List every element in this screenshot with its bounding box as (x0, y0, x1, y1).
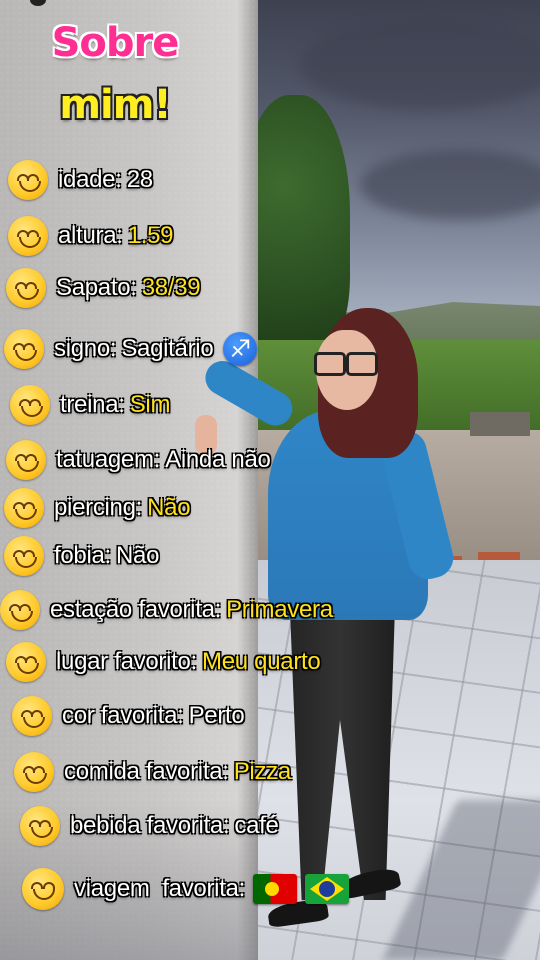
list-item-treina: treina: Sim (10, 385, 170, 425)
item-label: viagem favorita: (74, 875, 245, 902)
item-value: Perto (188, 702, 245, 729)
list-item-estacao-favorita: estação favorita: Primavera (0, 590, 333, 630)
list-item-lugar-favorito: lugar favorito: Meu quarto (6, 642, 321, 682)
item-label: cor favorita: (62, 702, 184, 729)
item-value: Não (116, 542, 160, 569)
list-item-idade: idade: 28 (8, 160, 153, 200)
list-item-fobia: fobia: Não (4, 536, 159, 576)
item-label: piercing: (54, 494, 143, 521)
item-value: 28 (126, 166, 153, 193)
item-label: idade: (58, 166, 122, 193)
item-value: Não (147, 494, 191, 521)
item-label: bebida favorita: (70, 812, 230, 839)
item-value: Sagitário (121, 335, 214, 362)
item-label: comida favorita: (64, 758, 229, 785)
item-value: Pizza (233, 758, 292, 785)
list-item-comida-favorita: comida favorita: Pizza (14, 752, 291, 792)
smiling-face-icon (4, 536, 44, 576)
item-label: estação favorita: (50, 596, 221, 623)
smiling-face-icon (6, 440, 46, 480)
title-sobre: Sobre (51, 20, 180, 66)
smiling-face-icon (4, 488, 44, 528)
list-item-piercing: piercing: Não (4, 488, 191, 528)
item-label: tatuagem: (56, 446, 161, 473)
smiling-face-icon (6, 268, 46, 308)
smiling-face-icon (4, 329, 44, 369)
item-label: lugar favorito: (56, 648, 197, 675)
list-item-bebida-favorita: bebida favorita: café (20, 806, 279, 846)
item-label: fobia: (54, 542, 111, 569)
portugal-flag-icon (252, 874, 297, 904)
item-value: 38/39 (141, 274, 201, 301)
item-label: Sapato: (56, 274, 137, 301)
item-value: Ainda não (165, 446, 271, 473)
list-item-tatuagem: tatuagem: Ainda não (6, 440, 271, 480)
item-label: altura: (58, 222, 123, 249)
item-value: café (234, 812, 279, 839)
smiling-face-icon (8, 160, 48, 200)
smiling-face-icon (20, 806, 60, 846)
list-item-altura: altura: 1.59 (8, 216, 174, 256)
item-value: 1.59 (127, 222, 174, 249)
smiling-face-icon (8, 216, 48, 256)
smiling-face-icon (14, 752, 54, 792)
item-value: Primavera (226, 596, 333, 623)
item-value: Sim (129, 391, 171, 418)
item-label: signo: (54, 335, 117, 362)
list-item-sapato: Sapato: 38/39 (6, 268, 201, 308)
smiling-face-icon (0, 590, 40, 630)
list-item-signo: signo: Sagitário ♐ (4, 329, 258, 369)
smiling-face-icon (22, 868, 64, 910)
smiling-face-icon (6, 642, 46, 682)
smiling-face-icon (12, 696, 52, 736)
glasses (312, 352, 378, 376)
item-value: Meu quarto (202, 648, 321, 675)
list-item-cor-favorita: cor favorita: Perto (12, 696, 245, 736)
list-item-viagem-favorita: viagem favorita: (22, 868, 349, 910)
brazil-flag-icon (304, 874, 349, 904)
item-label: treina: (60, 391, 125, 418)
sagittarius-icon: ♐ (223, 332, 258, 366)
title-mim: mim! (59, 82, 171, 128)
smiling-face-icon (10, 385, 50, 425)
